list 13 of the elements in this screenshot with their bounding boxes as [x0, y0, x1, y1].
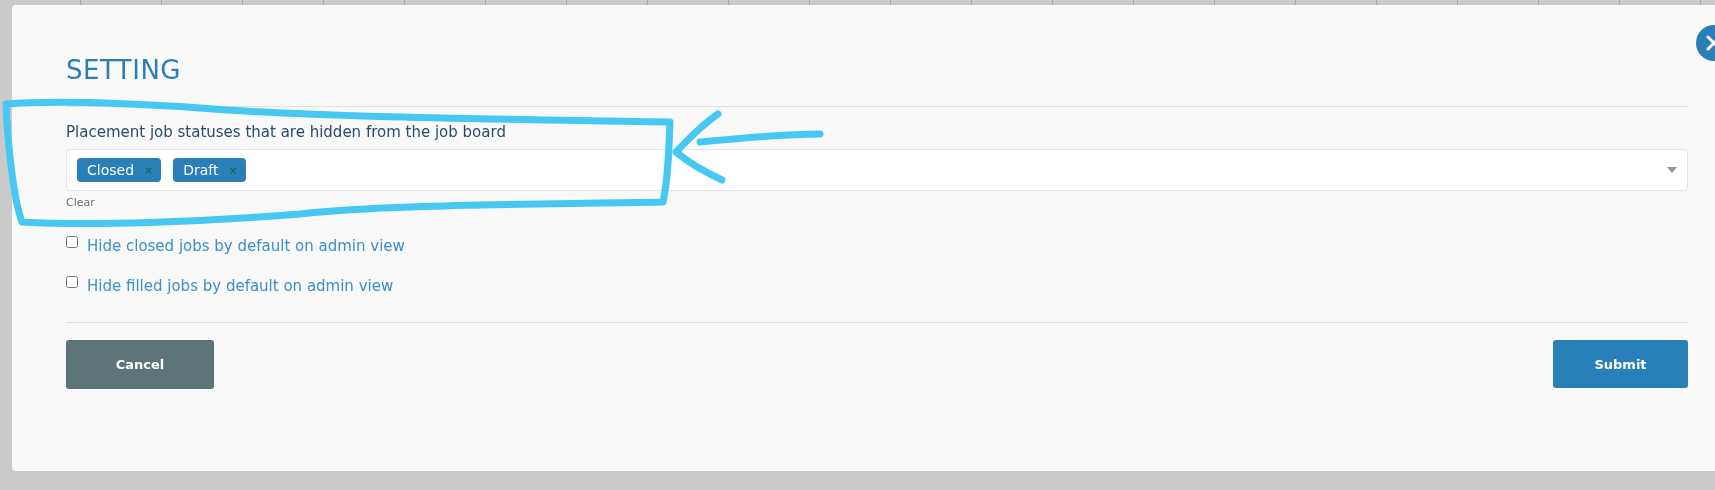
- option-checkbox[interactable]: [66, 276, 78, 288]
- cancel-button[interactable]: Cancel: [66, 340, 214, 389]
- status-select[interactable]: Closed × Draft ×: [66, 149, 1688, 191]
- dialog-title: SETTING: [66, 55, 182, 85]
- field-label: Placement job statuses that are hidden from the job board: [66, 123, 507, 141]
- option-label: Hide closed jobs by default on admin view: [87, 237, 405, 255]
- submit-button[interactable]: Submit: [1553, 340, 1688, 388]
- clear-link[interactable]: Clear: [66, 196, 95, 209]
- tag-label: Draft: [183, 162, 219, 178]
- dropdown-caret-icon[interactable]: [1667, 167, 1677, 173]
- option-label: Hide filled jobs by default on admin view: [87, 277, 394, 295]
- tag-label: Closed: [87, 162, 135, 178]
- option-checkbox[interactable]: [66, 236, 78, 248]
